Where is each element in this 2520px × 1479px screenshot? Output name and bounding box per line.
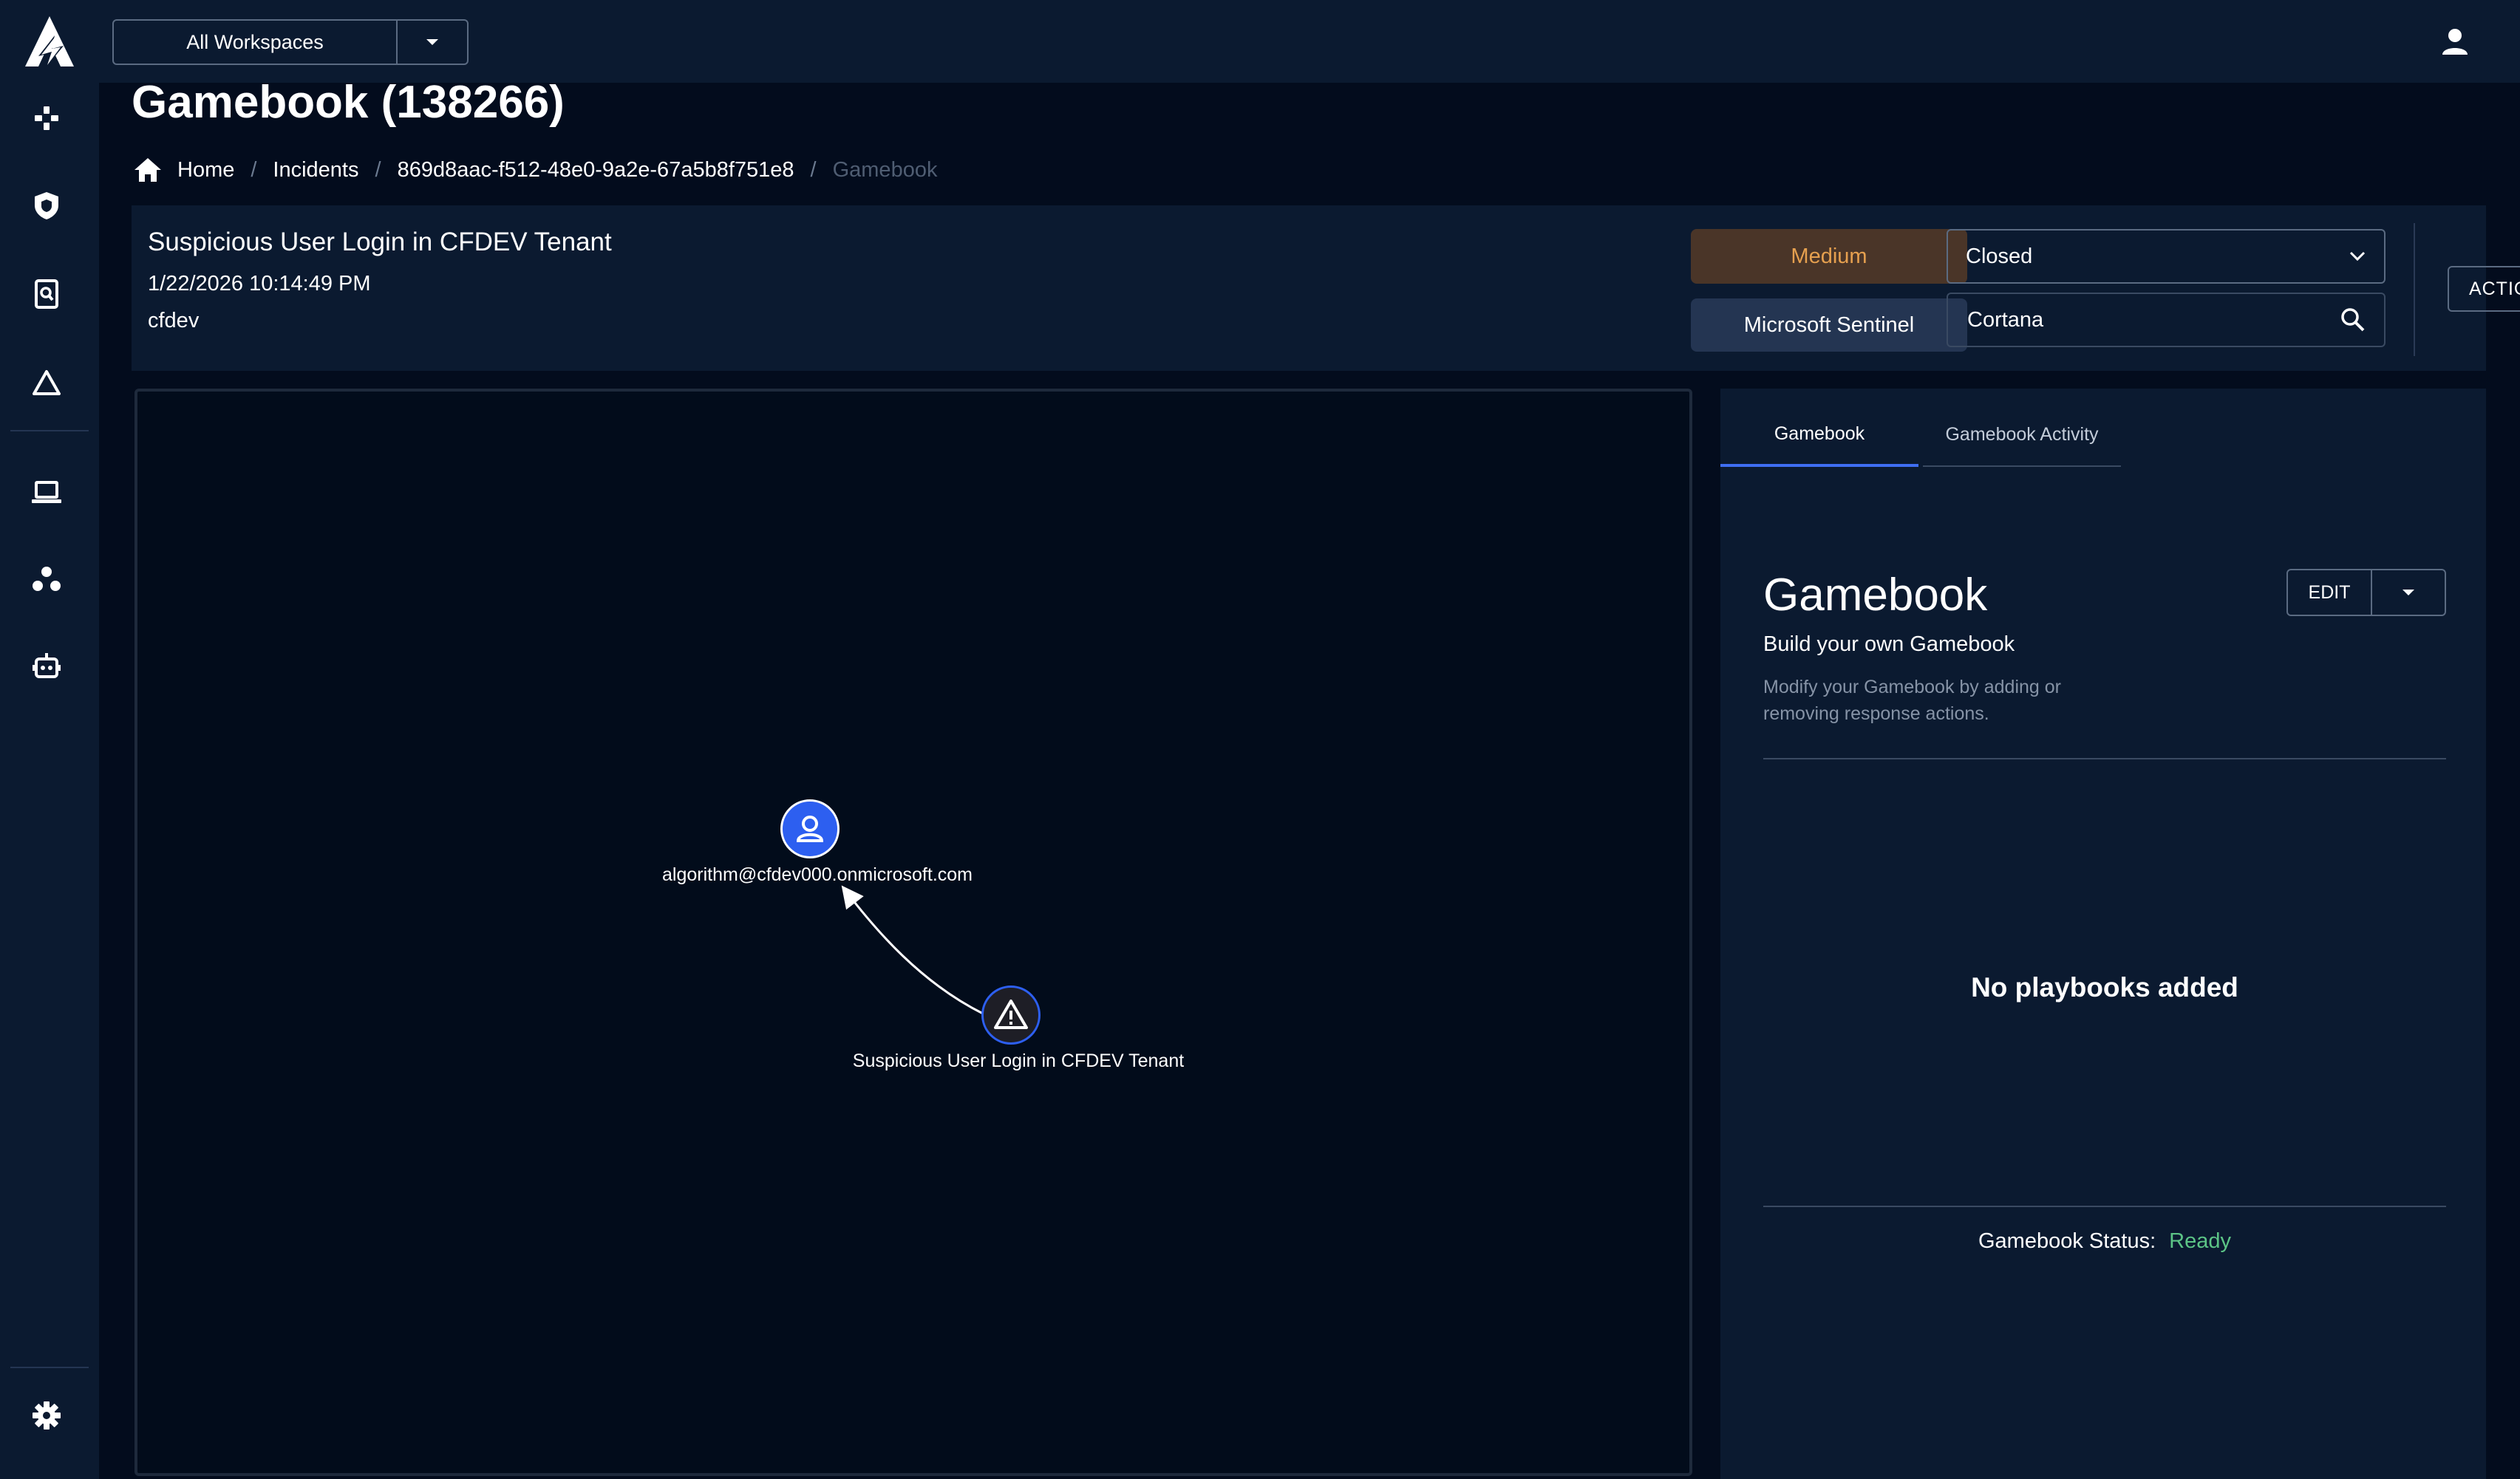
- severity-badge: Medium: [1691, 229, 1967, 284]
- status-select[interactable]: Closed: [1947, 229, 2386, 284]
- gamepad-icon[interactable]: [27, 99, 66, 137]
- gamebook-subheading: Build your own Gamebook: [1763, 632, 2015, 656]
- graph-edges: [841, 885, 984, 1015]
- gamebook-status: Gamebook Status: Ready: [1763, 1229, 2446, 1254]
- panel-divider: [1763, 758, 2446, 759]
- breadcrumb-separator: /: [810, 157, 817, 182]
- graph-node-label: Suspicious User Login in CFDEV Tenant: [852, 1051, 1185, 1071]
- gamebook-panel: Gamebook Gamebook Activity Gamebook Buil…: [1720, 389, 2486, 1479]
- home-icon[interactable]: [133, 155, 163, 185]
- edit-button[interactable]: EDIT: [2288, 582, 2371, 604]
- users-group-icon[interactable]: [27, 560, 66, 598]
- graph-node-label: algorithm@cfdev000.onmicrosoft.com: [662, 864, 973, 885]
- workspace-select-label: All Workspaces: [186, 30, 324, 53]
- tab-gamebook[interactable]: Gamebook: [1720, 403, 1918, 467]
- sidebar-divider: [10, 430, 89, 431]
- page-title: Gamebook (138266): [132, 77, 565, 128]
- gamebook-status-label: Gamebook Status:: [1978, 1229, 2156, 1253]
- shield-icon[interactable]: [27, 186, 66, 225]
- breadcrumb-home[interactable]: Home: [177, 158, 234, 182]
- status-select-value: Closed: [1966, 244, 2033, 268]
- chevron-down-icon[interactable]: [2372, 589, 2445, 596]
- search-icon[interactable]: [2340, 307, 2366, 333]
- graph-node-user[interactable]: [780, 799, 840, 858]
- empty-playbooks-message: No playbooks added: [1971, 972, 2238, 1002]
- card-divider: [2414, 223, 2415, 356]
- graph-node-alert[interactable]: [981, 986, 1041, 1045]
- incident-title: Suspicious User Login in CFDEV Tenant: [148, 228, 612, 256]
- alert-triangle-icon[interactable]: [27, 363, 66, 402]
- chevron-down-icon[interactable]: [398, 38, 467, 47]
- breadcrumb-incident-id[interactable]: 869d8aac-f512-48e0-9a2e-67a5b8f751e8: [398, 158, 794, 182]
- source-badge: Microsoft Sentinel: [1691, 298, 1967, 352]
- app-logo[interactable]: [22, 13, 77, 69]
- assignee-input[interactable]: [1966, 307, 2340, 333]
- gamebook-description: Modify your Gamebook by adding or removi…: [1763, 677, 2061, 724]
- warning-icon: [994, 1000, 1028, 1029]
- actions-button[interactable]: ACTIONS: [2448, 266, 2520, 312]
- breadcrumb-current: Gamebook: [832, 157, 938, 182]
- search-doc-icon[interactable]: [27, 275, 66, 313]
- tab-gamebook-activity[interactable]: Gamebook Activity: [1923, 403, 2121, 467]
- incident-datetime: 1/22/2026 10:14:49 PM: [148, 272, 371, 296]
- robot-icon[interactable]: [27, 647, 66, 686]
- gamebook-heading: Gamebook: [1763, 570, 1988, 621]
- top-bar: All Workspaces: [99, 0, 2520, 83]
- user-icon: [796, 816, 824, 842]
- workspace-select[interactable]: All Workspaces: [112, 19, 469, 65]
- actions-button-label: ACTIONS: [2468, 278, 2520, 299]
- incident-graph-canvas[interactable]: algorithm@cfdev000.onmicrosoft.com Suspi…: [134, 389, 1692, 1476]
- sidebar-divider: [10, 1367, 89, 1368]
- breadcrumb-incidents[interactable]: Incidents: [273, 158, 358, 182]
- graph-edge: [841, 885, 984, 1015]
- sidebar: [0, 0, 99, 1479]
- laptop-icon[interactable]: [27, 473, 66, 511]
- edit-split-button: EDIT: [2286, 569, 2446, 616]
- gamebook-status-value: Ready: [2169, 1229, 2231, 1253]
- breadcrumb-separator: /: [375, 157, 381, 182]
- breadcrumb-separator: /: [251, 157, 257, 182]
- panel-divider: [1763, 1206, 2446, 1207]
- assignee-search-field[interactable]: [1947, 293, 2386, 347]
- breadcrumb: Home / Incidents / 869d8aac-f512-48e0-9a…: [133, 154, 937, 186]
- incident-summary-card: Suspicious User Login in CFDEV Tenant 1/…: [132, 205, 2520, 371]
- incident-workspace: cfdev: [148, 309, 200, 332]
- user-account-icon[interactable]: [2439, 25, 2471, 58]
- chevron-down-icon: [2349, 251, 2366, 262]
- settings-gear-icon[interactable]: [27, 1396, 66, 1435]
